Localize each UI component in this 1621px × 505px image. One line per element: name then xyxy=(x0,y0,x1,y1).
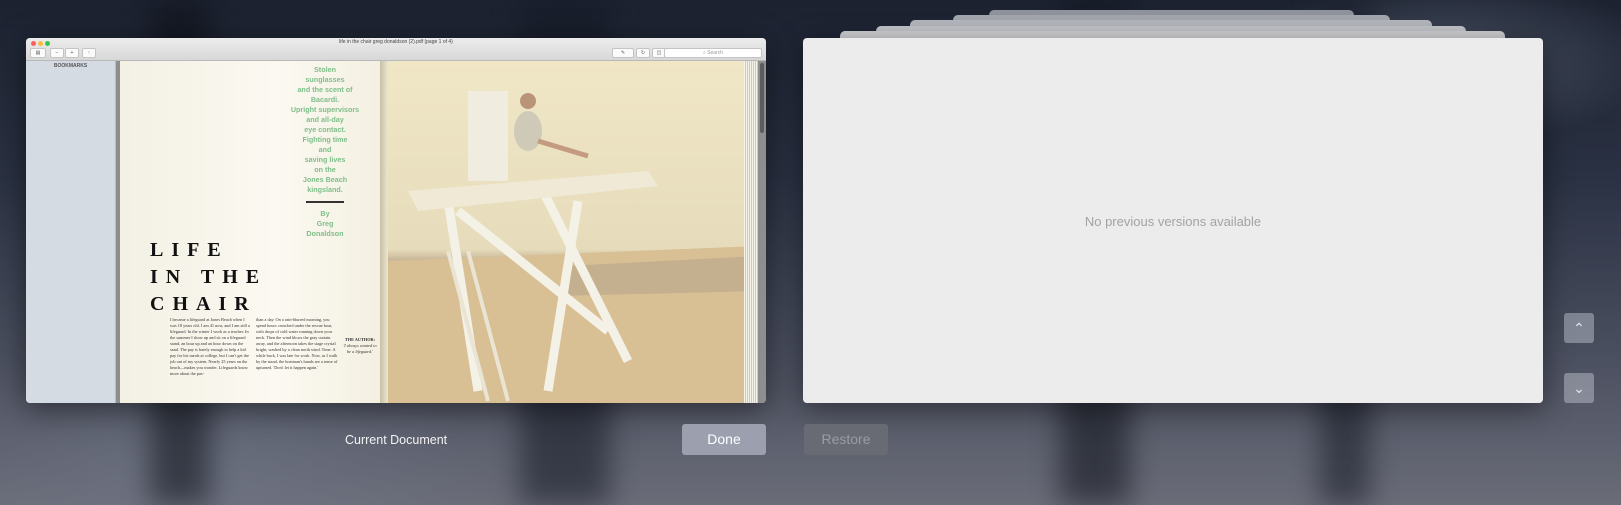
article-headline: LIFE IN THE CHAIR xyxy=(150,239,268,315)
bookmarks-sidebar[interactable]: BOOKMARKS xyxy=(26,61,116,403)
current-document-window[interactable]: life in the chair greg donaldson (2).pdf… xyxy=(26,38,766,403)
previous-version-button[interactable]: ⌃ xyxy=(1564,313,1594,343)
sidebar-toggle-icon[interactable]: ▤ xyxy=(30,48,46,58)
pdf-page-view[interactable]: Stolen sunglasses and the scent of Bacar… xyxy=(116,61,766,403)
sidebar-header: BOOKMARKS xyxy=(53,63,88,69)
page-edges xyxy=(744,61,758,403)
scrollbar[interactable] xyxy=(760,63,764,133)
window-titlebar: life in the chair greg donaldson (2).pdf… xyxy=(26,38,766,61)
previous-version-panel: No previous versions available xyxy=(803,38,1543,403)
share-icon[interactable]: ↑ xyxy=(82,48,96,58)
restore-button[interactable]: Restore xyxy=(804,424,888,455)
markup-icon[interactable]: ✎ xyxy=(612,48,634,58)
lifeguard-chair-illustration xyxy=(388,91,758,403)
divider xyxy=(306,201,344,203)
zoom-in-icon[interactable]: + xyxy=(65,48,79,58)
search-input[interactable]: ⌕ Search xyxy=(664,48,762,58)
window-title: life in the chair greg donaldson (2).pdf… xyxy=(339,39,453,45)
body-column-2: than a day. On a rain-blurred morning, y… xyxy=(256,317,338,370)
done-button[interactable]: Done xyxy=(682,424,766,455)
page-spine xyxy=(380,61,388,403)
magazine-left-page: Stolen sunglasses and the scent of Bacar… xyxy=(120,61,380,403)
chevron-up-icon: ⌃ xyxy=(1573,320,1585,336)
zoom-out-icon[interactable]: − xyxy=(50,48,64,58)
author-note: THE AUTHOR: 'I always wanted to be a lif… xyxy=(343,337,377,354)
search-icon: ⌕ xyxy=(702,50,706,56)
chevron-down-icon: ⌄ xyxy=(1573,380,1585,396)
no-versions-message: No previous versions available xyxy=(1084,214,1262,229)
body-column-1: I became a lifeguard at Jones Beach when… xyxy=(170,317,250,376)
deck-text: Stolen sunglasses and the scent of Bacar… xyxy=(290,65,360,238)
rotate-icon[interactable]: ↻ xyxy=(636,48,650,58)
next-version-button[interactable]: ⌄ xyxy=(1564,373,1594,403)
lifeguard-photo xyxy=(388,61,758,403)
current-document-label: Current Document xyxy=(345,433,448,447)
